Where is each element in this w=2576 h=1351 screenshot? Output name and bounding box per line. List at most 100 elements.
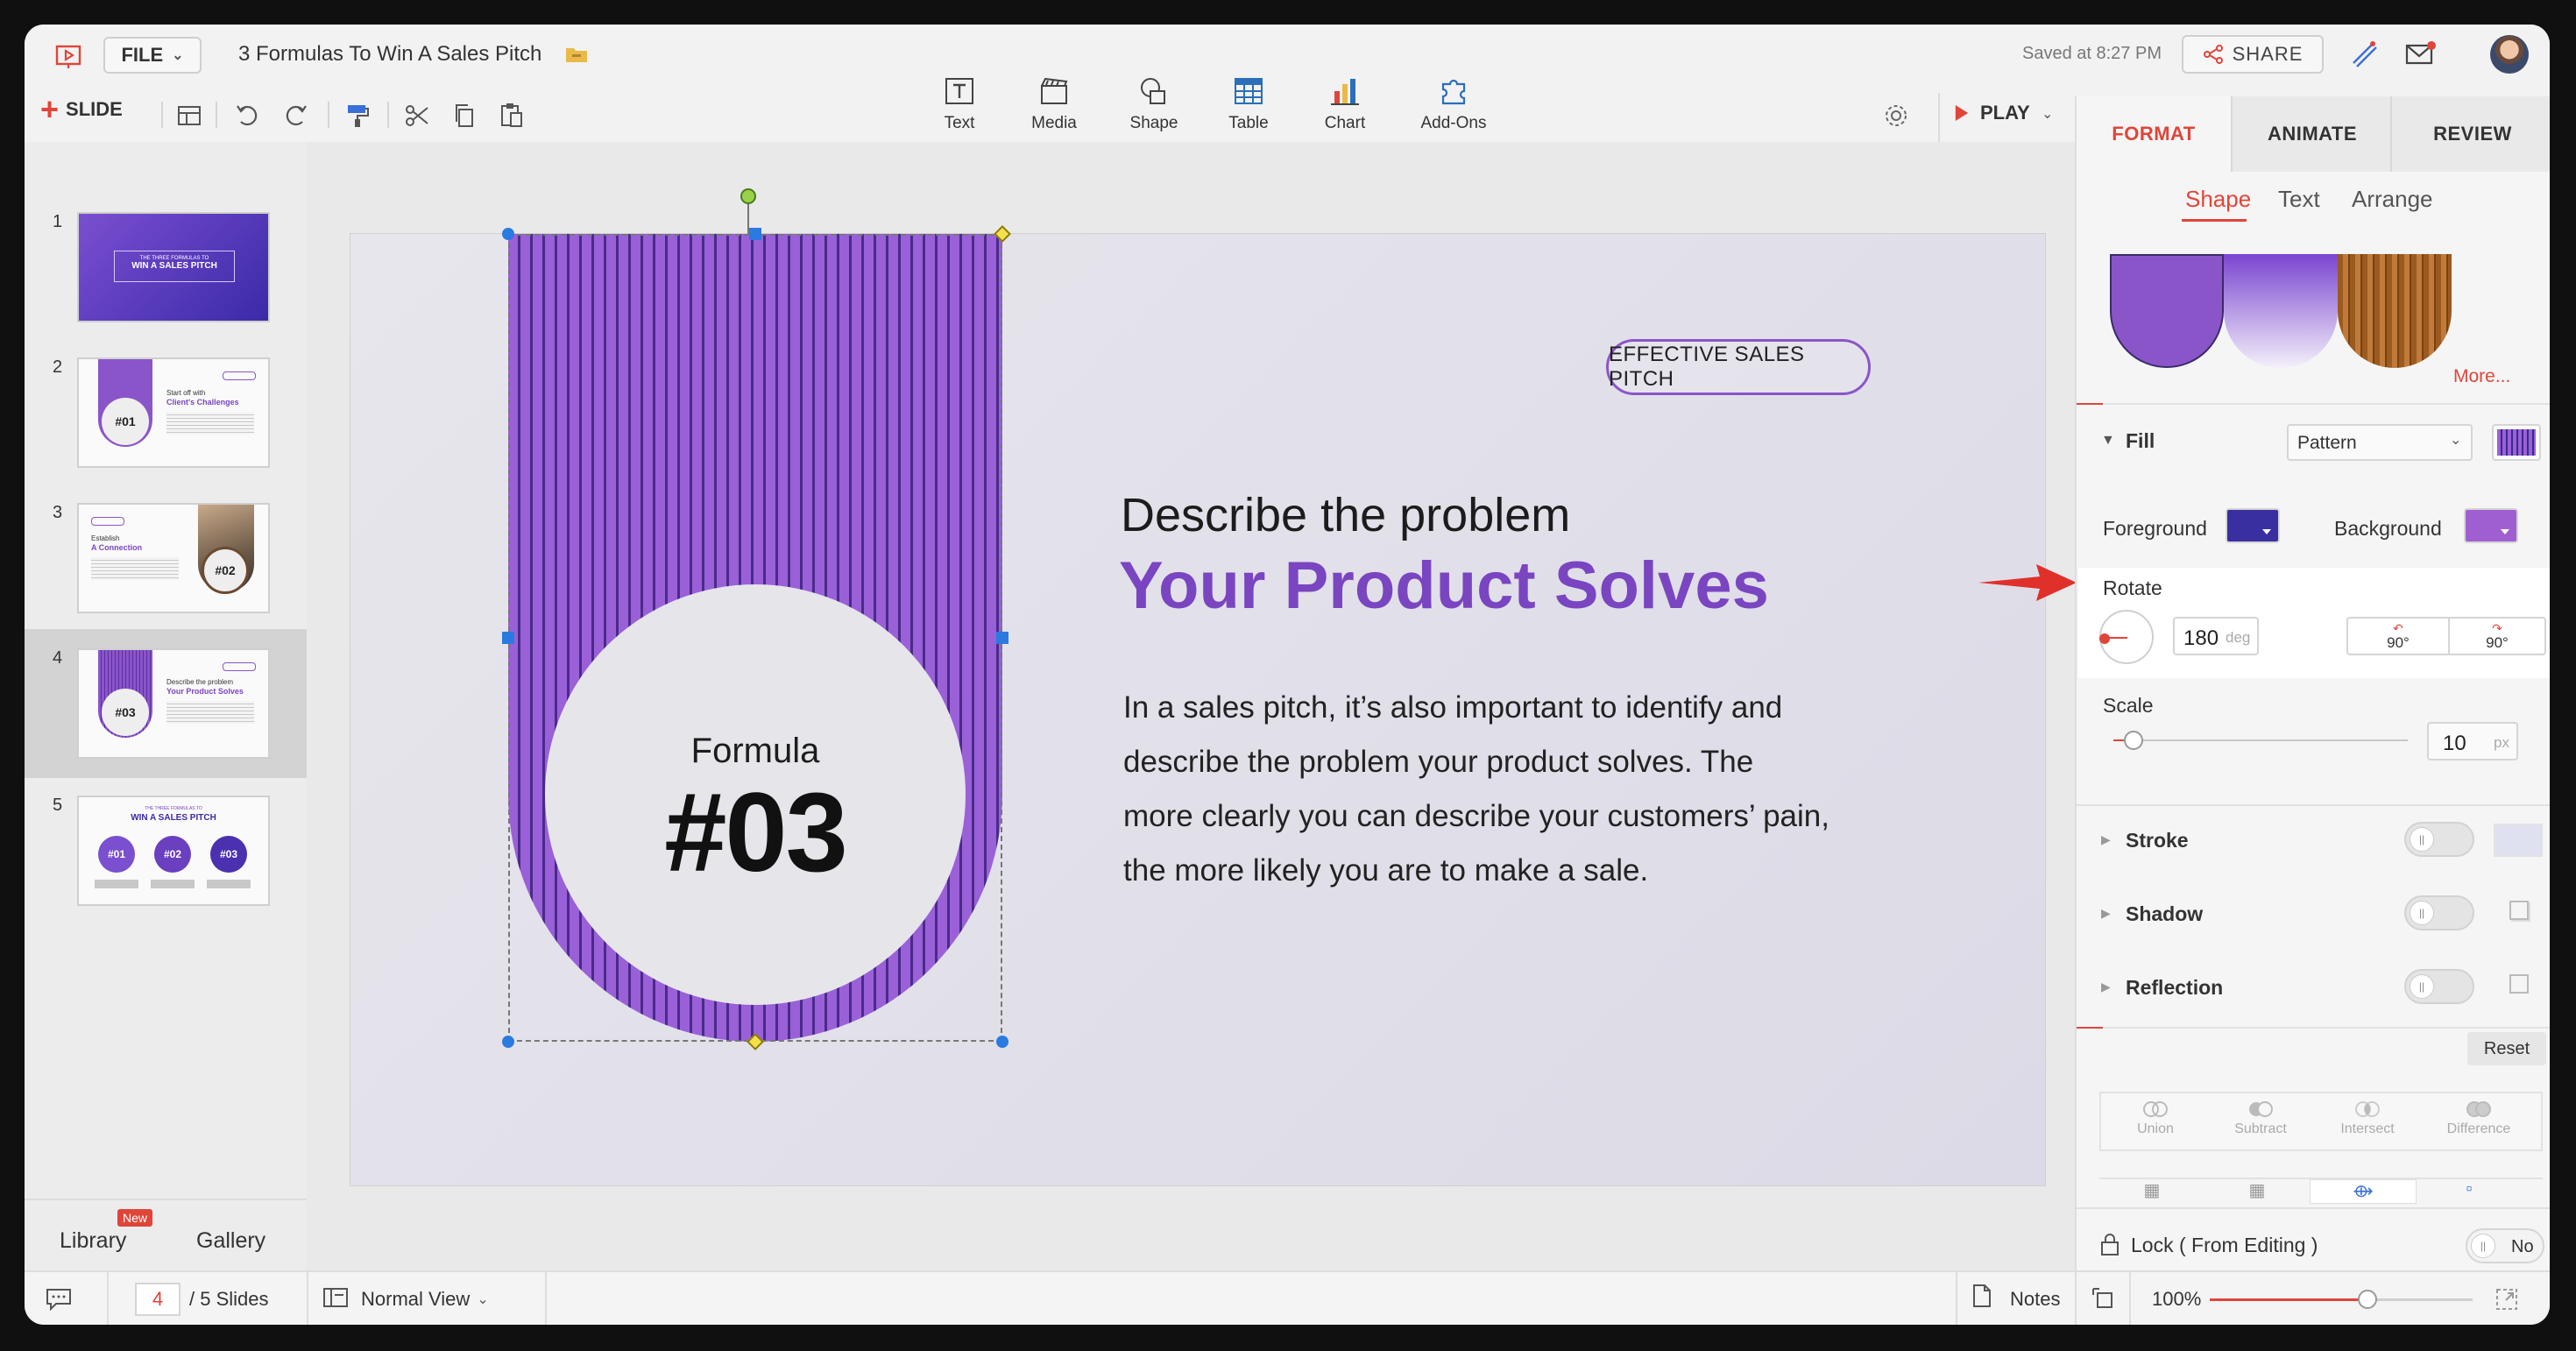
insert-shape-button[interactable]: Shape [1106, 70, 1202, 142]
resize-handle-right[interactable] [996, 632, 1008, 644]
gallery-tab[interactable]: Gallery [196, 1228, 265, 1254]
align-center-icon[interactable]: ▦ [2204, 1179, 2310, 1204]
scale-input[interactable]: 10 px [2427, 722, 2518, 760]
collapse-triangle-icon[interactable]: ▼ [2101, 433, 2115, 449]
app-logo-icon[interactable] [47, 39, 89, 74]
slide-tag[interactable]: EFFECTIVE SALES PITCH [1606, 339, 1871, 395]
slide-thumbnail-5[interactable]: 5 THE THREE FORMULAS TO WIN A SALES PITC… [25, 796, 307, 936]
union-button[interactable]: Union [2105, 1099, 2206, 1151]
tab-format[interactable]: FORMAT [2077, 96, 2231, 172]
slide-thumbnail-4-selected[interactable]: 4 #03 Describe the problem Your Product … [25, 629, 307, 778]
expand-triangle-icon[interactable]: ▶ [2101, 980, 2111, 994]
lock-toggle[interactable]: || No [2466, 1228, 2544, 1263]
subtab-shape[interactable]: Shape [2185, 186, 2251, 213]
format-painter-icon[interactable] [340, 98, 375, 133]
more-styles-link[interactable]: More... [2453, 366, 2510, 387]
play-button[interactable]: PLAY [1954, 102, 2030, 124]
reflection-section-label[interactable]: Reflection [2126, 976, 2223, 1000]
tab-animate[interactable]: ANIMATE [2231, 96, 2392, 172]
library-tab[interactable]: Library [60, 1228, 126, 1254]
resize-handle-top-left[interactable] [502, 228, 514, 240]
slide-body-text[interactable]: In a sales pitch, it’s also important to… [1123, 681, 1912, 898]
resize-handle-top[interactable] [749, 228, 761, 240]
slide-heading-line1[interactable]: Describe the problem [1121, 488, 1570, 542]
scale-slider-thumb[interactable] [2124, 731, 2143, 750]
background-color-picker[interactable] [2464, 508, 2518, 543]
foreground-color-picker[interactable] [2226, 508, 2280, 543]
user-avatar[interactable] [2490, 35, 2529, 74]
settings-icon[interactable] [1879, 98, 1914, 133]
folder-icon[interactable] [564, 44, 589, 65]
layout-icon[interactable] [172, 98, 207, 133]
reflection-toggle[interactable]: || [2404, 969, 2474, 1004]
shape-style-preset-1[interactable] [2110, 254, 2224, 368]
edit-points-icon[interactable]: ⟴ [2310, 1179, 2417, 1204]
paste-icon[interactable] [494, 98, 529, 133]
shadow-preview-icon[interactable] [2509, 901, 2529, 920]
fit-slide-icon[interactable] [2091, 1286, 2117, 1312]
view-mode-select[interactable]: Normal View ⌄ [361, 1288, 489, 1311]
slide-heading-line2[interactable]: Your Product Solves [1119, 548, 1769, 624]
rotate-ccw-90-button[interactable]: ↶ 90° [2346, 617, 2450, 655]
resize-handle-bottom-left[interactable] [502, 1036, 514, 1048]
insert-addons-button[interactable]: Add-Ons [1405, 70, 1502, 142]
subtab-text[interactable]: Text [2278, 186, 2320, 213]
current-slide-input[interactable]: 4 [135, 1283, 180, 1316]
slide-thumbnail-2[interactable]: 2 #01 Start off with Client's Challenges [25, 357, 307, 498]
stroke-section-label[interactable]: Stroke [2126, 829, 2189, 852]
comments-icon[interactable] [44, 1284, 74, 1312]
slide-thumbnail-3[interactable]: 3 Establish A Connection #02 [25, 503, 307, 643]
rotate-dial[interactable] [2099, 610, 2154, 664]
zoom-slider-track[interactable] [2210, 1290, 2473, 1309]
redo-icon[interactable] [279, 98, 314, 133]
insert-table-button[interactable]: Table [1200, 70, 1297, 142]
scale-slider-track[interactable] [2113, 739, 2408, 741]
add-slide-button[interactable]: + SLIDE [40, 94, 123, 125]
align-distribute-icon[interactable]: ▦ [2099, 1179, 2204, 1204]
resize-handle-left[interactable] [502, 632, 514, 644]
stroke-toggle[interactable]: || [2404, 822, 2474, 857]
shadow-section-label[interactable]: Shadow [2126, 902, 2203, 926]
reset-button[interactable]: Reset [2467, 1032, 2546, 1065]
distribution-tools: ▦ ▦ ⟴ ▫ [2099, 1178, 2543, 1204]
notes-button[interactable]: Notes [2010, 1288, 2060, 1311]
cut-icon[interactable] [400, 98, 435, 133]
stroke-color-swatch[interactable] [2494, 824, 2543, 857]
shape-style-preset-2[interactable] [2224, 254, 2338, 368]
mail-icon[interactable] [2403, 37, 2441, 72]
subtract-button[interactable]: Subtract [2210, 1099, 2311, 1151]
intersect-button[interactable]: Intersect [2317, 1099, 2418, 1151]
tab-review[interactable]: REVIEW [2390, 96, 2550, 172]
expand-triangle-icon[interactable]: ▶ [2101, 832, 2111, 847]
insert-chart-button[interactable]: Chart [1297, 70, 1393, 142]
ideas-icon[interactable] [2346, 37, 2385, 72]
insert-text-button[interactable]: Text [911, 70, 1008, 142]
play-options-chevron-icon[interactable]: ⌄ [2042, 105, 2053, 123]
notes-icon[interactable] [1971, 1283, 1998, 1314]
slide-canvas[interactable]: EFFECTIVE SALES PITCH Describe the probl… [350, 188, 2046, 1186]
copy-icon[interactable] [447, 98, 482, 133]
zoom-slider-thumb[interactable] [2358, 1290, 2377, 1309]
boolean-operations: Union Subtract Intersect Difference [2099, 1092, 2543, 1151]
fill-type-select[interactable]: Pattern ⌄ [2287, 424, 2473, 461]
resize-handle-bottom-right[interactable] [996, 1036, 1008, 1048]
subtab-arrange[interactable]: Arrange [2352, 186, 2433, 213]
rotate-degree-input[interactable]: 180 deg [2173, 617, 2259, 655]
rotation-handle[interactable] [740, 188, 756, 204]
slide-thumbnail-1[interactable]: 1 THE THREE FORMULAS TO WIN A SALES PITC… [25, 212, 307, 352]
undo-icon[interactable] [230, 98, 265, 133]
document-title[interactable]: 3 Formulas To Win A Sales Pitch [238, 42, 541, 67]
fullscreen-icon[interactable] [2494, 1286, 2520, 1312]
insert-media-button[interactable]: Media [1006, 70, 1102, 142]
shadow-toggle[interactable]: || [2404, 895, 2474, 930]
file-menu-button[interactable]: FILE ⌄ [103, 37, 202, 74]
rotate-cw-90-button[interactable]: ↷ 90° [2448, 617, 2546, 655]
formula-circle[interactable]: Formula #03 [545, 584, 966, 1005]
expand-triangle-icon[interactable]: ▶ [2101, 906, 2111, 921]
difference-button[interactable]: Difference [2422, 1099, 2536, 1151]
shape-style-preset-3[interactable] [2338, 254, 2452, 368]
connector-icon[interactable]: ▫ [2417, 1179, 2522, 1204]
pattern-picker[interactable] [2492, 424, 2541, 461]
reflection-preview-icon[interactable] [2509, 974, 2529, 994]
share-button[interactable]: SHARE [2182, 35, 2324, 74]
